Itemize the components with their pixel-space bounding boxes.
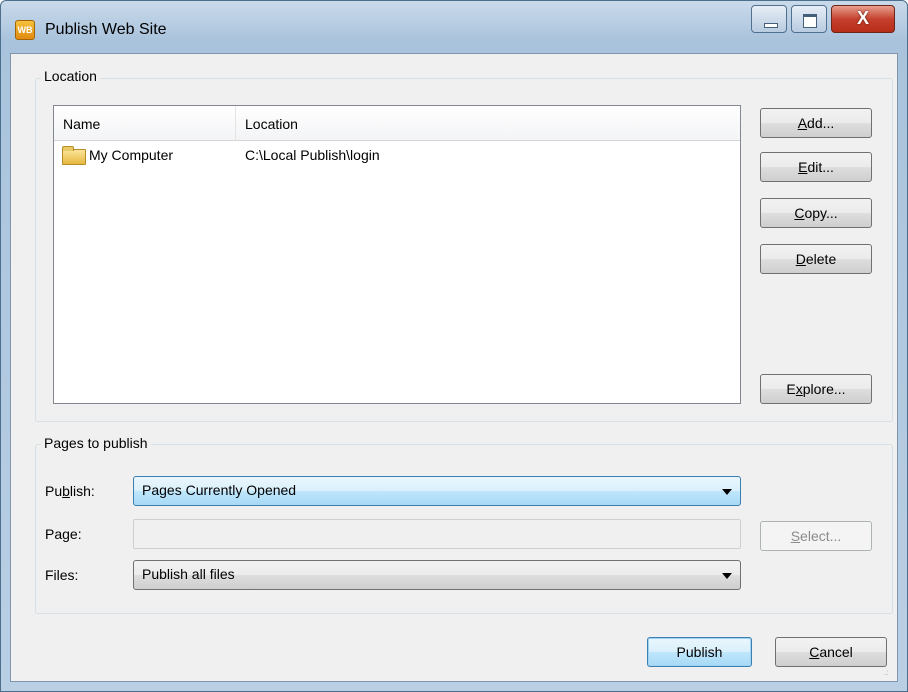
publish-field-label: Publish: [45, 483, 95, 499]
delete-label-post: elete [805, 251, 837, 267]
files-dropdown[interactable]: Publish all files [133, 560, 741, 590]
add-label-key: A [797, 115, 808, 131]
cancel-label-key: C [809, 644, 820, 660]
publish-label-pre: Pu [45, 483, 63, 499]
explore-label-post: plore... [802, 381, 846, 397]
files-dropdown-value: Publish all files [142, 566, 235, 582]
chevron-down-icon [722, 489, 732, 495]
explore-label-key: x [795, 381, 803, 397]
close-button[interactable]: X [831, 5, 895, 33]
list-header: Name Location [54, 106, 740, 141]
delete-button[interactable]: Delete [760, 244, 872, 274]
page-field [133, 519, 741, 549]
add-label-post: dd... [807, 115, 835, 131]
chevron-down-icon [722, 573, 732, 579]
dialog-client-area: Location Name Location My Computer C:\Lo… [10, 53, 898, 682]
publish-label-key: b [62, 483, 70, 499]
copy-button[interactable]: Copy... [760, 198, 872, 228]
publish-dropdown-value: Pages Currently Opened [142, 482, 297, 498]
copy-label-post: opy... [804, 205, 838, 221]
explore-button[interactable]: Explore... [760, 374, 872, 404]
location-group-label: Location [41, 68, 100, 84]
files-field-label: Files: [45, 567, 79, 583]
column-header-name[interactable]: Name [54, 106, 236, 140]
list-item-name: My Computer [89, 147, 174, 163]
select-button: Select... [760, 521, 872, 551]
page-field-label: Page: [45, 526, 82, 542]
resize-grip-icon[interactable]: .: [884, 668, 894, 678]
publish-label-post: lish: [69, 483, 95, 499]
window-title: Publish Web Site [45, 21, 167, 38]
select-label-key: S [790, 528, 801, 544]
edit-label-post: dit... [807, 159, 834, 175]
cancel-button[interactable]: Cancel [775, 637, 887, 667]
close-icon: X [856, 8, 869, 28]
column-header-location[interactable]: Location [236, 106, 740, 140]
publish-button[interactable]: Publish [647, 637, 752, 667]
maximize-button[interactable] [791, 5, 827, 33]
maximize-icon [803, 14, 817, 28]
copy-label-key: C [794, 205, 805, 221]
pages-group-label: Pages to publish [41, 435, 151, 451]
edit-button[interactable]: Edit... [760, 152, 872, 182]
minimize-button[interactable] [751, 5, 787, 33]
cancel-label-post: ancel [819, 644, 853, 660]
publish-web-site-dialog: WB Publish Web Site X Location Name Loca… [0, 0, 908, 692]
publish-locations-list[interactable]: Name Location My Computer C:\Local Publi… [53, 105, 741, 404]
select-label-post: elect... [800, 528, 842, 544]
minimize-icon [764, 23, 778, 28]
delete-label-key: D [795, 251, 806, 267]
folder-icon [62, 146, 86, 165]
web-builder-app-icon: WB [15, 20, 35, 40]
publish-dropdown[interactable]: Pages Currently Opened [133, 476, 741, 506]
add-button[interactable]: Add... [760, 108, 872, 138]
title-bar[interactable]: WB Publish Web Site X [1, 1, 907, 53]
explore-label-pre: E [786, 381, 796, 397]
list-item-location: C:\Local Publish\login [245, 147, 380, 163]
list-item[interactable]: My Computer C:\Local Publish\login [54, 144, 740, 166]
